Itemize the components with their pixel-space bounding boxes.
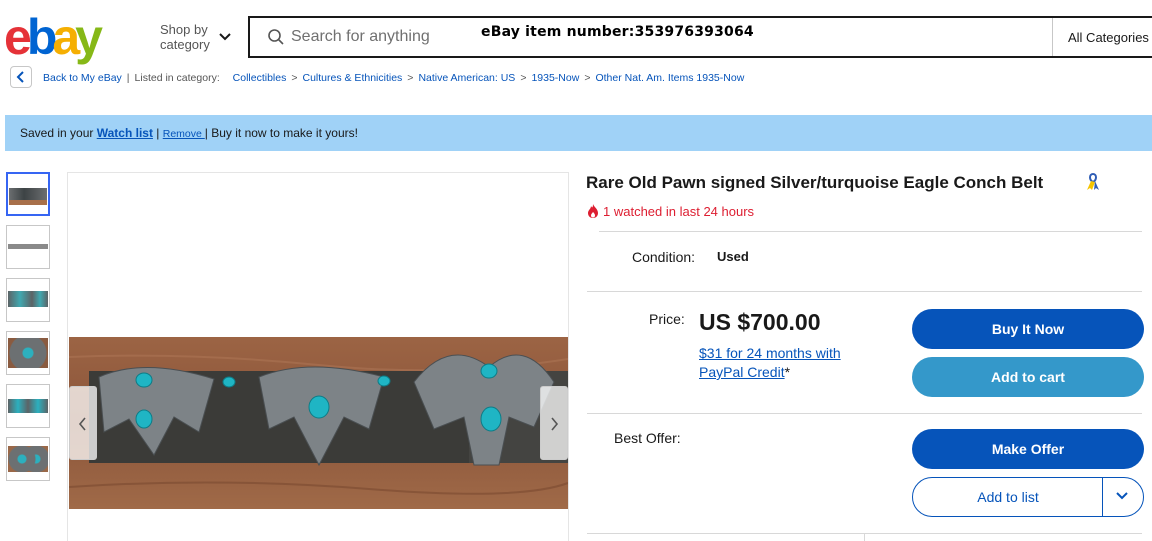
price-label: Price: bbox=[649, 311, 685, 327]
item-number-overlay: eBay item number:353976393064 bbox=[481, 24, 754, 40]
category-divider bbox=[1052, 18, 1053, 56]
ebay-logo[interactable]: ebay bbox=[4, 10, 126, 66]
watch-list-link[interactable]: Watch list bbox=[97, 126, 153, 140]
thumbnail-6[interactable] bbox=[6, 437, 50, 481]
remove-link[interactable]: Remove bbox=[163, 128, 205, 140]
breadcrumb-divider: | bbox=[126, 72, 130, 84]
banner-separator: | bbox=[152, 126, 163, 140]
ribbon-icon bbox=[1087, 173, 1099, 190]
product-photo bbox=[69, 337, 568, 509]
add-to-list-label: Add to list bbox=[977, 489, 1039, 505]
category-select[interactable]: All Categories bbox=[1068, 30, 1149, 45]
thumbnail-1[interactable] bbox=[6, 172, 50, 216]
search-input[interactable]: Search for anything bbox=[291, 28, 430, 46]
divider bbox=[587, 413, 1142, 414]
thumbnail-5[interactable] bbox=[6, 384, 50, 428]
divider bbox=[599, 231, 1142, 232]
breadcrumb-item-cultures[interactable]: Cultures & Ethnicities bbox=[303, 72, 403, 84]
breadcrumb-item-other-items[interactable]: Other Nat. Am. Items 1935-Now bbox=[595, 72, 744, 84]
svg-text:ebay: ebay bbox=[4, 10, 103, 65]
banner-suffix: | Buy it now to make it yours! bbox=[204, 126, 358, 140]
watch-count-alert: 1 watched in last 24 hours bbox=[587, 204, 754, 219]
shop-by-line1: Shop by bbox=[160, 22, 208, 37]
condition-label: Condition: bbox=[632, 249, 696, 265]
breadcrumb: Back to My eBay | Listed in category: Coll… bbox=[43, 72, 745, 84]
fire-icon bbox=[588, 204, 598, 218]
make-offer-button[interactable]: Make Offer bbox=[912, 429, 1144, 469]
logo-letter-y: y bbox=[75, 10, 103, 65]
banner-message: Saved in your Watch list | Remove | Buy … bbox=[20, 126, 358, 140]
back-to-my-ebay-link[interactable]: Back to My eBay bbox=[43, 72, 122, 84]
divider bbox=[587, 291, 1142, 292]
chevron-down-icon[interactable] bbox=[217, 29, 233, 45]
shop-by-category-button[interactable]: Shop by category bbox=[160, 22, 210, 52]
add-to-cart-button[interactable]: Add to cart bbox=[912, 357, 1144, 397]
previous-image-button[interactable] bbox=[69, 386, 97, 460]
item-title: Rare Old Pawn signed Silver/turquoise Ea… bbox=[586, 173, 1044, 192]
chevron-down-icon[interactable] bbox=[1115, 491, 1129, 501]
chevron-left-icon bbox=[78, 417, 86, 431]
search-bar[interactable]: Search for anything eBay item number:353… bbox=[248, 16, 1152, 58]
best-offer-label: Best Offer: bbox=[614, 430, 681, 446]
main-product-image[interactable] bbox=[67, 172, 569, 541]
breadcrumb-item-native-american[interactable]: Native American: US bbox=[418, 72, 515, 84]
thumbnail-3[interactable] bbox=[6, 278, 50, 322]
shop-by-line2: category bbox=[160, 37, 210, 52]
watchlist-banner: Saved in your Watch list | Remove | Buy … bbox=[5, 115, 1152, 151]
watched-text: 1 watched in last 24 hours bbox=[603, 204, 755, 219]
price-value: US $700.00 bbox=[699, 309, 821, 335]
buy-it-now-button[interactable]: Buy It Now bbox=[912, 309, 1144, 349]
paypal-credit-link[interactable]: PayPal Credit bbox=[699, 364, 785, 380]
divider bbox=[864, 533, 865, 541]
thumbnail-2[interactable] bbox=[6, 225, 50, 269]
chevron-right-icon bbox=[551, 417, 559, 431]
next-image-button[interactable] bbox=[540, 386, 568, 460]
breadcrumb-item-1935-now[interactable]: 1935-Now bbox=[531, 72, 579, 84]
button-divider bbox=[1102, 478, 1103, 516]
listed-in-label: Listed in category: bbox=[134, 72, 220, 84]
banner-prefix: Saved in your bbox=[20, 126, 97, 140]
chevron-left-icon bbox=[16, 71, 24, 83]
condition-value: Used bbox=[717, 249, 749, 264]
financing-line2: PayPal Credit* bbox=[699, 364, 790, 380]
add-to-list-button[interactable]: Add to list bbox=[912, 477, 1144, 517]
breadcrumb-item-collectibles[interactable]: Collectibles bbox=[233, 72, 287, 84]
search-icon bbox=[268, 29, 284, 45]
financing-link[interactable]: $31 for 24 months with bbox=[699, 345, 841, 361]
back-button[interactable] bbox=[10, 66, 32, 88]
financing-asterisk: * bbox=[784, 364, 791, 380]
thumbnail-4[interactable] bbox=[6, 331, 50, 375]
